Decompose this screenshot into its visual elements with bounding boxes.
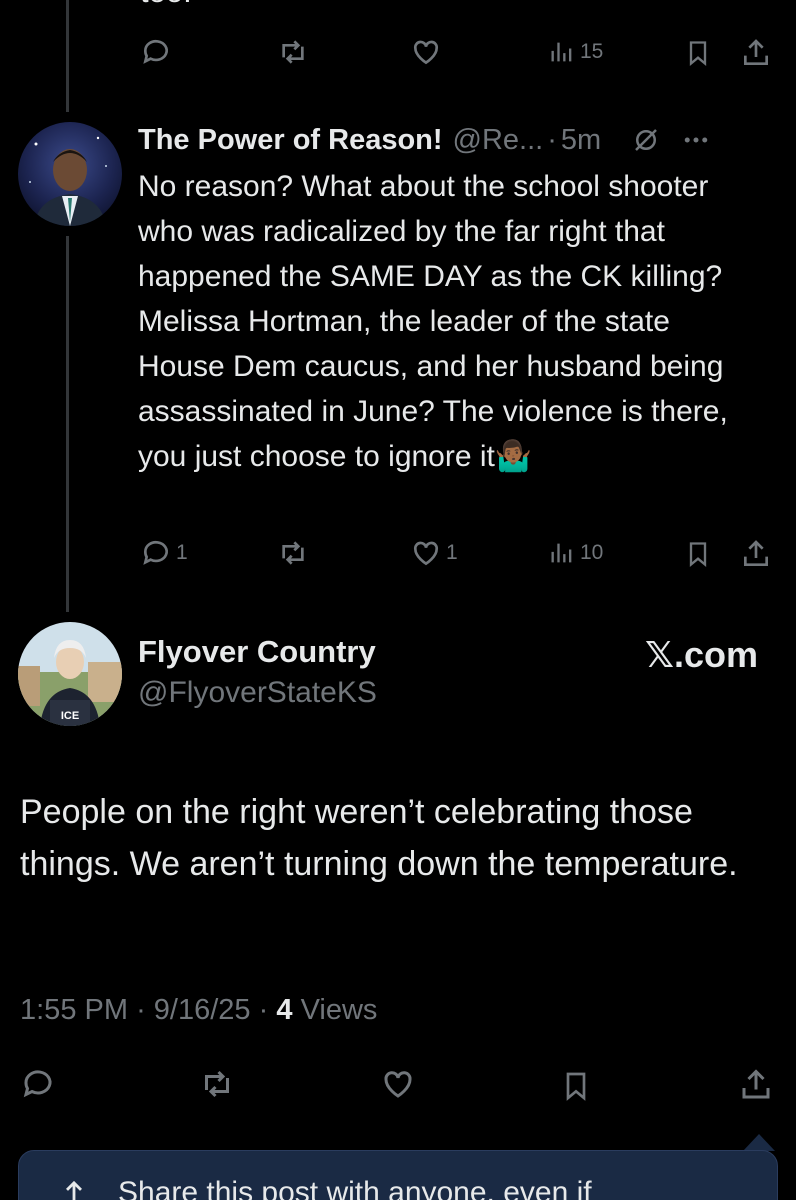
reply-icon (143, 540, 168, 565)
arrow-up-icon (60, 1176, 88, 1200)
bookmark-icon (689, 41, 707, 66)
post-metadata: 1:55 PM · 9/16/25 · 4 Views (20, 994, 377, 1027)
reply-author-handle[interactable]: @Re... (453, 124, 544, 157)
share-button[interactable] (740, 537, 772, 571)
reply-avatar[interactable] (18, 122, 122, 226)
views-number: 4 (276, 994, 293, 1026)
separator: · (258, 994, 269, 1026)
views-label: Views (300, 994, 378, 1026)
reply-count: 1 (176, 541, 188, 564)
bookmark-button[interactable] (684, 537, 712, 571)
share-icon (742, 1069, 770, 1099)
views-button[interactable]: 15 (548, 36, 603, 68)
repost-button[interactable] (198, 1066, 236, 1102)
share-icon (744, 39, 768, 65)
repost-button[interactable] (276, 537, 310, 569)
post-date[interactable]: 9/16/25 (154, 994, 251, 1026)
views-count: 10 (580, 541, 604, 564)
repost-icon (282, 541, 304, 565)
reply-author-name[interactable]: The Power of Reason! (138, 124, 443, 157)
repost-icon (205, 1070, 229, 1098)
share-icon (744, 540, 768, 566)
heart-icon (413, 40, 439, 65)
analytics-icon (551, 42, 572, 62)
x-watermark: 𝕏.com (644, 634, 758, 675)
main-post-author-name[interactable]: Flyover Country (138, 634, 376, 670)
grok-icon[interactable] (631, 125, 661, 155)
repost-icon (282, 40, 304, 64)
thread-line-mid (66, 236, 69, 612)
reply-header: The Power of Reason! @Re... · 5m (138, 120, 778, 160)
like-button[interactable] (410, 36, 442, 68)
heart-icon (384, 1071, 412, 1098)
analytics-icon (551, 543, 572, 563)
share-tooltip-pointer (743, 1134, 775, 1151)
more-options-icon[interactable] (681, 125, 711, 155)
separator: · (136, 994, 146, 1026)
bookmark-button[interactable] (560, 1066, 592, 1106)
ice-badge-text: ICE (61, 710, 79, 722)
like-button[interactable]: 1 (410, 537, 458, 569)
reply-time[interactable]: 5m (561, 124, 601, 157)
heart-icon (413, 541, 439, 566)
bookmark-button[interactable] (684, 36, 712, 70)
bookmark-icon (566, 1072, 586, 1101)
separator: · (547, 123, 557, 156)
main-post-author-handle[interactable]: @FlyoverStateKS (138, 676, 377, 710)
share-button[interactable] (738, 1066, 774, 1104)
previous-post-text: too. (140, 0, 192, 10)
share-button[interactable] (740, 36, 772, 70)
main-post-text: People on the right weren’t celebrating … (20, 793, 738, 883)
reply-button[interactable]: 1 (140, 537, 188, 569)
thread-line-top (66, 0, 69, 112)
views-count: 15 (580, 40, 604, 63)
like-button[interactable] (380, 1066, 416, 1102)
main-post-avatar[interactable]: ICE (18, 622, 122, 726)
views-button[interactable]: 10 (548, 537, 603, 569)
like-count: 1 (446, 541, 458, 564)
repost-button[interactable] (276, 36, 310, 68)
post-time[interactable]: 1:55 PM (20, 994, 128, 1026)
reply-text: No reason? What about the school shooter… (138, 170, 728, 473)
share-tooltip-text: Share this post with anyone, even if (118, 1176, 592, 1200)
reply-button[interactable] (20, 1066, 56, 1102)
reply-icon (143, 39, 168, 64)
reply-icon (23, 1070, 52, 1098)
bookmark-icon (689, 542, 707, 567)
reply-button[interactable] (140, 36, 172, 68)
